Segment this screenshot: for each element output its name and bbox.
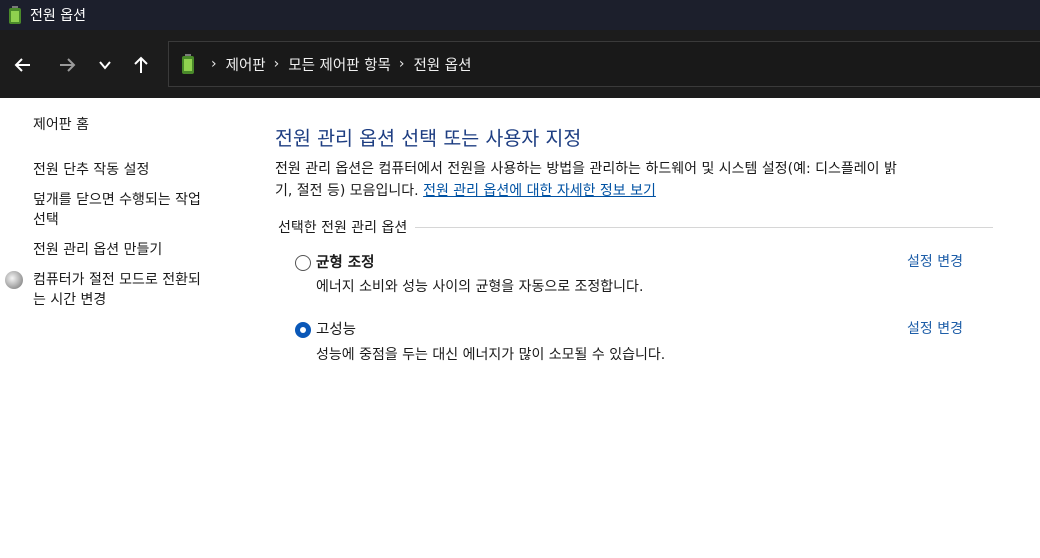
back-button[interactable] <box>9 51 37 79</box>
up-arrow-icon <box>134 56 148 73</box>
back-arrow-icon <box>14 58 30 72</box>
up-button[interactable] <box>127 51 155 79</box>
section-header: 선택한 전원 관리 옵션 <box>278 216 993 238</box>
sidebar-item-create-plan[interactable]: 전원 관리 옵션 만들기 <box>33 240 162 261</box>
breadcrumb-separator: › <box>398 56 405 72</box>
window-title: 전원 옵션 <box>30 8 86 24</box>
forward-arrow-icon <box>60 58 76 72</box>
plan-radio-high-performance[interactable] <box>295 322 311 338</box>
page-description: 전원 관리 옵션은 컴퓨터에서 전원을 사용하는 방법을 관리하는 하드웨어 및… <box>275 158 1005 202</box>
breadcrumb-separator: › <box>211 56 217 72</box>
change-settings-link-balanced[interactable]: 설정 변경 <box>907 251 963 271</box>
plan-radio-balanced[interactable] <box>295 255 311 271</box>
sidebar-item-lid-close[interactable]: 덮개를 닫으면 수행되는 작업 <box>33 190 201 211</box>
battery-power-icon <box>9 6 21 24</box>
forward-button[interactable] <box>53 51 81 79</box>
battery-power-icon <box>182 54 194 74</box>
navigation-bar: › 제어판 › 모든 제어판 항목 › 전원 옵션 <box>0 30 1040 98</box>
section-divider <box>415 226 993 228</box>
plan-name-balanced[interactable]: 균형 조정 <box>316 251 374 272</box>
breadcrumb-separator: › <box>273 56 280 72</box>
description-line-2: 기, 절전 등) 모음입니다. <box>275 183 424 199</box>
sidebar-item-sleep-time[interactable]: 컴퓨터가 절전 모드로 전환되 <box>33 270 201 291</box>
plan-description-high-performance: 성능에 중점을 두는 대신 에너지가 많이 소모될 수 있습니다. <box>316 347 666 363</box>
plan-description-balanced: 에너지 소비와 성능 사이의 균형을 자동으로 조정합니다. <box>316 279 644 295</box>
sidebar-item-power-button[interactable]: 전원 단추 작동 설정 <box>33 160 149 181</box>
breadcrumb-all-items[interactable]: 모든 제어판 항목 <box>288 54 391 75</box>
sleep-shield-icon <box>5 271 23 289</box>
change-settings-link-high-performance[interactable]: 설정 변경 <box>907 318 963 338</box>
title-bar: 전원 옵션 <box>0 0 1040 30</box>
learn-more-link[interactable]: 전원 관리 옵션에 대한 자세한 정보 보기 <box>423 183 656 199</box>
plan-name-high-performance[interactable]: 고성능 <box>316 318 356 339</box>
address-bar[interactable]: › 제어판 › 모든 제어판 항목 › 전원 옵션 <box>168 41 1040 87</box>
sidebar-item-home[interactable]: 제어판 홈 <box>33 115 89 136</box>
sidebar-item-lid-close-cont[interactable]: 선택 <box>33 210 59 231</box>
breadcrumb-control-panel[interactable]: 제어판 <box>226 54 266 75</box>
breadcrumb-power-options[interactable]: 전원 옵션 <box>413 54 471 75</box>
description-line-1: 전원 관리 옵션은 컴퓨터에서 전원을 사용하는 방법을 관리하는 하드웨어 및… <box>275 161 897 177</box>
sidebar-item-sleep-time-cont[interactable]: 는 시간 변경 <box>33 290 106 311</box>
chevron-down-icon <box>99 61 111 70</box>
page-title: 전원 관리 옵션 선택 또는 사용자 지정 <box>275 127 582 150</box>
section-label: 선택한 전원 관리 옵션 <box>278 220 408 236</box>
recent-locations-button[interactable] <box>91 51 119 79</box>
